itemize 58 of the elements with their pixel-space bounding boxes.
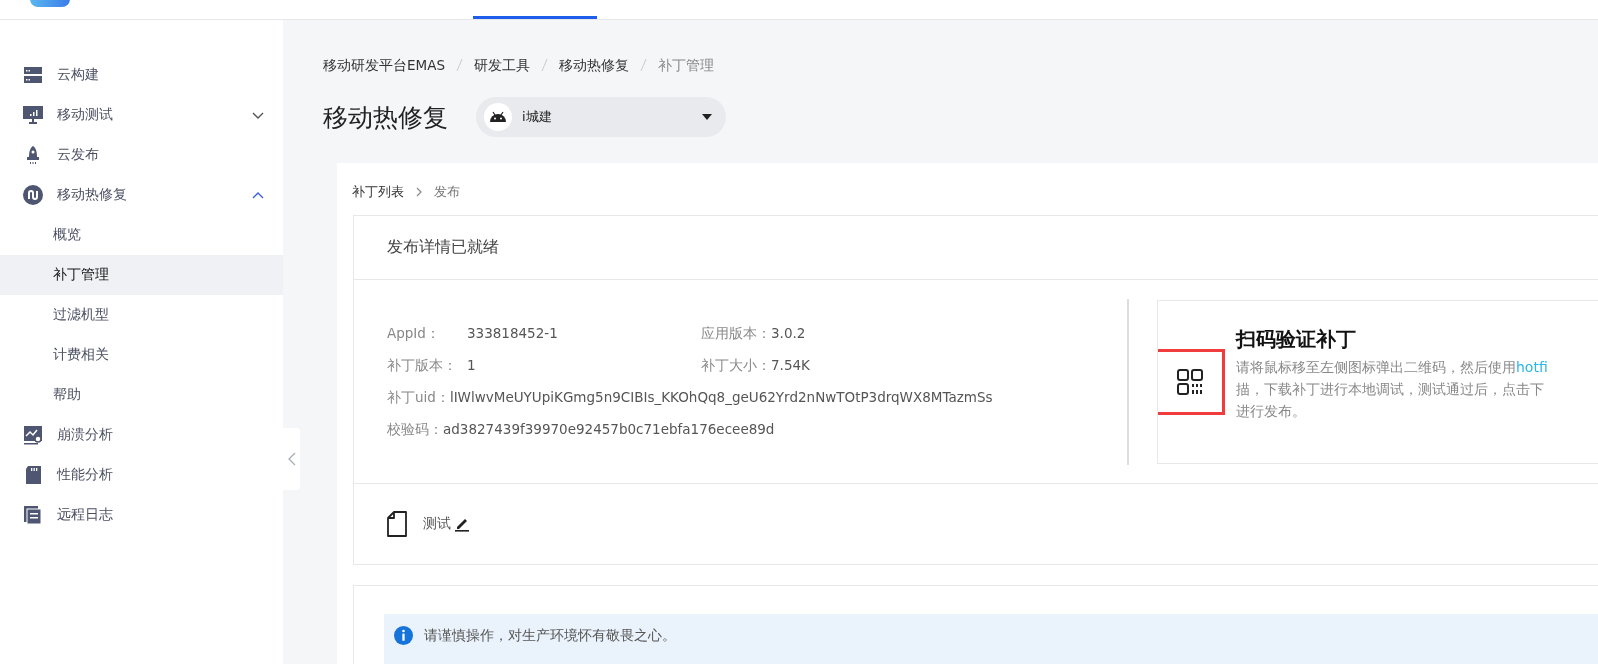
scan-instruction: 进行发布。 xyxy=(1236,401,1307,421)
line-chart-icon xyxy=(23,425,43,445)
sidebar-item[interactable]: 过滤机型 xyxy=(0,295,283,335)
separator-icon xyxy=(640,57,647,72)
card-title: 发布详情已就绪 xyxy=(354,216,1598,280)
dropdown-caret-icon xyxy=(702,114,712,120)
sidebar-item[interactable]: 计费相关 xyxy=(0,335,283,375)
sidebar-item[interactable]: 移动测试 xyxy=(0,95,283,135)
document-icon xyxy=(23,505,43,525)
detail-label: 校验码： xyxy=(387,420,443,439)
highlight-frame xyxy=(1158,348,1225,415)
hotfix-icon xyxy=(23,185,43,205)
sidebar-item[interactable]: 帮助 xyxy=(0,375,283,415)
memory-card-icon xyxy=(23,465,43,485)
detail-value: 1 xyxy=(467,356,476,375)
detail-value: 333818452-1 xyxy=(467,324,558,343)
breadcrumb-current: 补丁管理 xyxy=(658,57,714,75)
detail-label: AppId： xyxy=(387,324,441,343)
sidebar-item[interactable]: 性能分析 xyxy=(0,455,283,495)
breadcrumb-link[interactable]: 移动研发平台EMAS xyxy=(323,57,445,75)
detail-value: ad3827439f39970e92457b0c71ebfa176ecee89d xyxy=(443,420,775,439)
detail-label: 补丁版本： xyxy=(387,356,458,375)
detail-value: 7.54K xyxy=(771,356,810,375)
detail-value: 3.0.2 xyxy=(771,324,806,343)
server-icon xyxy=(23,65,43,85)
edit-icon[interactable] xyxy=(454,516,470,532)
breadcrumb-link[interactable]: 移动热修复 xyxy=(559,57,629,75)
sidebar-item[interactable]: 云发布 xyxy=(0,135,283,175)
chevron-right-icon xyxy=(414,187,424,197)
sidebar-item[interactable]: 概览 xyxy=(0,215,283,255)
breadcrumb-link[interactable]: 研发工具 xyxy=(474,57,530,75)
page-title: 移动热修复 xyxy=(323,101,448,134)
detail-label: 补丁uid： xyxy=(387,388,450,407)
sidebar-item[interactable]: 远程日志 xyxy=(0,495,283,535)
chevron-left-icon xyxy=(287,452,296,466)
info-icon xyxy=(394,626,413,645)
android-icon xyxy=(484,103,512,131)
scan-instruction: 请将鼠标移至左侧图标弹出二维码，然后使用hotfi xyxy=(1236,357,1548,377)
breadcrumb-link[interactable]: 补丁列表 xyxy=(352,183,404,201)
scan-title: 扫码验证补丁 xyxy=(1236,325,1357,353)
detail-label: 应用版本： xyxy=(701,324,771,343)
scan-instruction: 描，下载补丁进行本地调试，测试通过后，点击下 xyxy=(1236,379,1545,399)
sidebar-item[interactable]: 移动热修复 xyxy=(0,175,283,215)
separator-icon xyxy=(541,57,548,72)
patch-name: 测试 xyxy=(423,515,451,533)
document-icon xyxy=(387,511,407,537)
separator-icon xyxy=(456,57,463,72)
breadcrumb-current: 发布 xyxy=(434,183,460,201)
sidebar-item[interactable]: 补丁管理 xyxy=(0,255,283,295)
logo-icon xyxy=(30,0,70,7)
qr-code-icon[interactable] xyxy=(1176,367,1204,396)
detail-value: lIWlwvMeUYUpiKGmg5n9CIBIs_KKOhQq8_geU62Yrd2nNwTOtP3drqWX8MTazmSs xyxy=(449,388,993,407)
detail-label: 补丁大小： xyxy=(701,356,771,375)
sidebar-item[interactable]: 崩溃分析 xyxy=(0,415,283,455)
monitor-icon xyxy=(23,105,43,125)
app-select[interactable]: i城建 xyxy=(476,97,726,137)
alert-text: 请谨慎操作，对生产环境怀有敬畏之心。 xyxy=(424,626,676,645)
sidebar-item[interactable]: 云构建 xyxy=(0,55,283,95)
